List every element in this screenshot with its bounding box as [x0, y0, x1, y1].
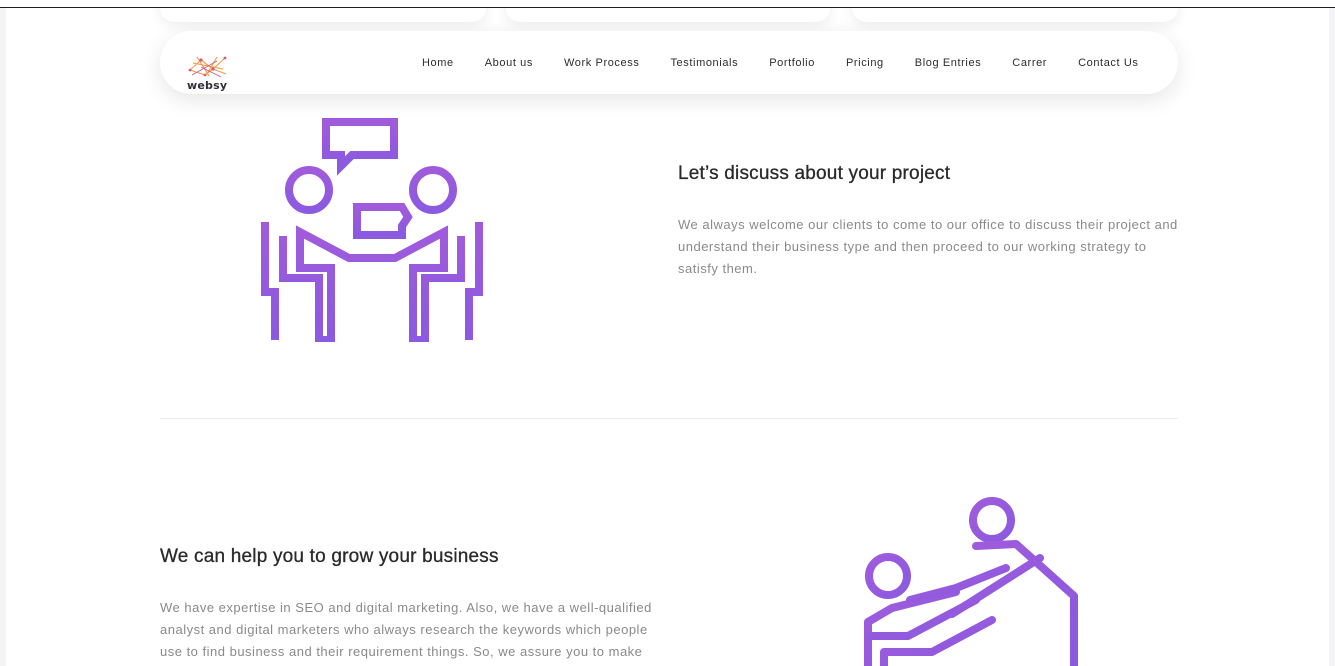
helping-hand-illustration	[856, 496, 1096, 666]
nav-item-home[interactable]: Home	[407, 57, 470, 69]
section-text: We have expertise in SEO and digital mar…	[160, 600, 652, 659]
helping-hand-icon	[864, 497, 1078, 666]
main-nav: Home About us Work Process Testimonials …	[407, 31, 1155, 94]
brand-logo[interactable]: websy	[184, 55, 232, 93]
section-title: We can help you to grow your business	[160, 546, 499, 567]
navbar: websy Home About us Work Process Testimo…	[160, 31, 1178, 94]
discussion-icon	[261, 118, 483, 344]
page-content: websy Home About us Work Process Testimo…	[6, 0, 1329, 666]
nav-item-contact-us[interactable]: Contact Us	[1063, 57, 1154, 69]
section-text: We always welcome our clients to come to…	[678, 217, 1178, 276]
nav-item-blog-entries[interactable]: Blog Entries	[899, 57, 997, 69]
network-logo-icon	[188, 56, 227, 78]
nav-item-work-process[interactable]: Work Process	[548, 57, 654, 69]
nav-item-carrer[interactable]: Carrer	[997, 57, 1063, 69]
section-divider	[160, 418, 1178, 419]
nav-item-testimonials[interactable]: Testimonials	[655, 57, 754, 69]
nav-item-portfolio[interactable]: Portfolio	[754, 57, 831, 69]
brand-name: websy	[187, 79, 228, 92]
nav-item-about-us[interactable]: About us	[469, 57, 548, 69]
discussion-illustration	[255, 118, 485, 347]
window-top-edge	[0, 0, 1335, 8]
nav-item-pricing[interactable]: Pricing	[830, 57, 899, 69]
section-title: Let’s discuss about your project	[678, 163, 951, 184]
